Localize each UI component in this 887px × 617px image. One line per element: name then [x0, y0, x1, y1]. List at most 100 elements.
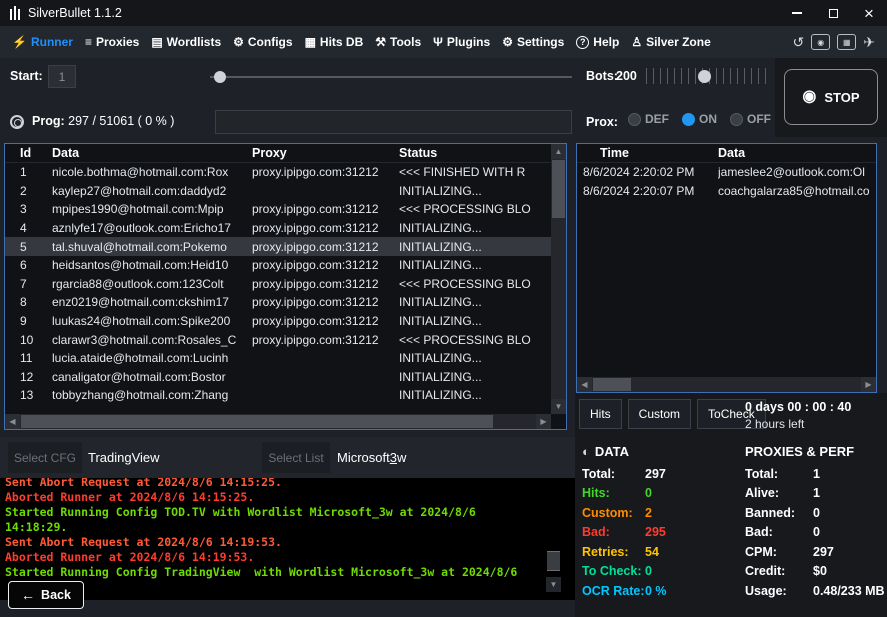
- stat-label: Total:: [582, 467, 645, 481]
- start-input[interactable]: [48, 65, 76, 88]
- wordlists-icon: ▤: [151, 35, 162, 49]
- nav-item-runner[interactable]: ⚡Runner: [6, 26, 79, 58]
- camera-icon[interactable]: ◉: [811, 34, 830, 50]
- nav-item-silver-zone[interactable]: ♙Silver Zone: [625, 26, 716, 58]
- column-header-time[interactable]: Time: [577, 146, 718, 160]
- scroll-up-icon[interactable]: ▲: [551, 144, 566, 159]
- progress-text: Prog: 297 / 51061 ( 0 % ): [32, 114, 174, 128]
- table-row[interactable]: 3mpipes1990@hotmail.com:Mpipproxy.ipipgo…: [5, 200, 551, 219]
- table-row[interactable]: 4aznlyfe17@outlook.com:Ericho17proxy.ipi…: [5, 219, 551, 238]
- prox-radio-def[interactable]: DEF: [628, 112, 669, 126]
- close-button[interactable]: ×: [851, 0, 887, 26]
- tab-hits[interactable]: Hits: [579, 399, 622, 429]
- select-cfg-button[interactable]: Select CFG: [8, 442, 82, 473]
- table-row[interactable]: 2kaylep27@hotmail.com:daddyd2INITIALIZIN…: [5, 182, 551, 201]
- nav-item-proxies[interactable]: ≡Proxies: [79, 26, 145, 58]
- cell-id: 12: [5, 370, 52, 384]
- table-row[interactable]: 6heidsantos@hotmail.com:Heid10proxy.ipip…: [5, 256, 551, 275]
- time-left: 2 hours left: [745, 417, 851, 431]
- start-slider-thumb[interactable]: [214, 71, 226, 83]
- nav-item-label: Wordlists: [167, 35, 221, 49]
- bots-label: Bots:: [586, 69, 618, 83]
- stop-button[interactable]: ◉ STOP: [784, 69, 878, 125]
- table-row[interactable]: 7rgarcia88@outlook.com:123Coltproxy.ipip…: [5, 275, 551, 294]
- scrollbar-thumb[interactable]: [21, 415, 493, 428]
- stat-row: Usage:0.48/233 MB: [745, 581, 885, 601]
- nav-item-settings[interactable]: ⚙Settings: [496, 26, 570, 58]
- stat-label: Alive:: [745, 486, 813, 500]
- close-icon: ×: [864, 5, 874, 22]
- log-line: Sent Abort Request at 2024/8/6 14:15:25.: [5, 478, 530, 490]
- table-row[interactable]: 5tal.shuval@hotmail.com:Pokemoproxy.ipip…: [5, 237, 551, 256]
- cell-data: enz0219@hotmail.com:ckshim17: [52, 295, 252, 309]
- scroll-down-icon[interactable]: ▼: [551, 399, 566, 414]
- maximize-button[interactable]: [815, 0, 851, 26]
- runner-controls: Start: Bots: 200 Prog: 297 / 51061 ( 0 %…: [0, 58, 887, 143]
- column-header-hit-data[interactable]: Data: [718, 146, 876, 160]
- nav-item-help[interactable]: ?Help: [570, 26, 625, 58]
- prox-radio-on[interactable]: ON: [682, 112, 717, 126]
- log-scrollbar[interactable]: ▼: [546, 478, 561, 600]
- minimize-button[interactable]: [779, 0, 815, 26]
- nav-item-plugins[interactable]: ΨPlugins: [427, 26, 496, 58]
- cell-data: clarawr3@hotmail.com:Rosales_C: [52, 333, 252, 347]
- select-list-button[interactable]: Select List: [262, 442, 330, 473]
- gallery-icon[interactable]: ▦: [837, 34, 856, 50]
- scroll-left-icon[interactable]: ◀: [577, 377, 592, 392]
- stat-label: Retries:: [582, 545, 645, 559]
- stat-label: OCR Rate:: [582, 584, 645, 598]
- stat-row: Hits:0: [582, 484, 742, 504]
- start-slider[interactable]: [210, 69, 572, 85]
- nav-item-configs[interactable]: ⚙Configs: [227, 26, 298, 58]
- column-header-id[interactable]: Id: [5, 146, 52, 160]
- table-row[interactable]: 8enz0219@hotmail.com:ckshim17proxy.ipipg…: [5, 293, 551, 312]
- bots-slider-thumb[interactable]: [698, 70, 711, 83]
- table-row[interactable]: 1nicole.bothma@hotmail.com:Roxproxy.ipip…: [5, 163, 551, 182]
- stat-row: Credit:$0: [745, 562, 885, 582]
- scroll-right-icon[interactable]: ▶: [861, 377, 876, 392]
- hit-row[interactable]: 8/6/2024 2:20:02 PMjameslee2@outlook.com…: [577, 163, 876, 182]
- stat-value: 0 %: [645, 584, 667, 598]
- column-header-data[interactable]: Data: [52, 146, 252, 160]
- table-row[interactable]: 10clarawr3@hotmail.com:Rosales_Cproxy.ip…: [5, 330, 551, 349]
- pie-chart-icon: ◐: [582, 444, 590, 459]
- scrollbar-thumb[interactable]: [547, 551, 560, 571]
- scroll-right-icon[interactable]: ▶: [536, 414, 551, 429]
- cell-data: canaligator@hotmail.com:Bostor: [52, 370, 252, 384]
- stat-value: 0.48/233 MB: [813, 584, 885, 598]
- hits-horizontal-scrollbar[interactable]: ◀ ▶: [577, 377, 876, 392]
- vertical-scrollbar[interactable]: ▲ ▼: [551, 144, 566, 414]
- column-header-proxy[interactable]: Proxy: [252, 146, 399, 160]
- cell-data: mpipes1990@hotmail.com:Mpip: [52, 202, 252, 216]
- stat-row: Bad:295: [582, 523, 742, 543]
- column-header-status[interactable]: Status: [399, 146, 566, 160]
- telegram-icon[interactable]: ✈: [863, 34, 875, 51]
- cell-status: <<< FINISHED WITH R: [399, 165, 551, 179]
- stat-label: Bad:: [582, 525, 645, 539]
- nav-item-wordlists[interactable]: ▤ Wordlists: [145, 26, 227, 58]
- hit-row[interactable]: 8/6/2024 2:20:07 PMcoachgalarza85@hotmai…: [577, 182, 876, 201]
- nav-item-label: Tools: [390, 35, 421, 49]
- table-header: Id Data Proxy Status: [5, 144, 566, 163]
- stat-label: Usage:: [745, 584, 813, 598]
- scrollbar-thumb[interactable]: [593, 378, 631, 391]
- scroll-down-icon[interactable]: ▼: [546, 577, 561, 592]
- tab-custom[interactable]: Custom: [628, 399, 691, 429]
- nav-item-hits-db[interactable]: ▦Hits DB: [299, 26, 370, 58]
- bots-slider[interactable]: [646, 64, 768, 88]
- scrollbar-thumb[interactable]: [552, 160, 565, 218]
- table-row[interactable]: 11lucia.ataide@hotmail.com:LucinhINITIAL…: [5, 349, 551, 368]
- table-row[interactable]: 12canaligator@hotmail.com:BostorINITIALI…: [5, 368, 551, 387]
- stats-panel: HitsCustomToCheck 0 days 00 : 00 : 40 2 …: [575, 393, 887, 617]
- prox-radio-off[interactable]: OFF: [730, 112, 771, 126]
- app-window: SilverBullet 1.1.2 × ⚡Runner≡Proxies▤Wor…: [0, 0, 887, 617]
- table-row[interactable]: 9luukas24@hotmail.com:Spike200proxy.ipip…: [5, 312, 551, 331]
- table-row[interactable]: 13tobbyzhang@hotmail.com:ZhangINITIALIZI…: [5, 386, 551, 405]
- cell-proxy: proxy.ipipgo.com:31212: [252, 165, 399, 179]
- horizontal-scrollbar[interactable]: ◀ ▶: [5, 414, 551, 429]
- history-icon[interactable]: ↺: [793, 34, 805, 51]
- back-button[interactable]: ← Back: [8, 581, 84, 609]
- scroll-left-icon[interactable]: ◀: [5, 414, 20, 429]
- stat-value: 1: [813, 486, 820, 500]
- nav-item-tools[interactable]: ⚒Tools: [369, 26, 427, 58]
